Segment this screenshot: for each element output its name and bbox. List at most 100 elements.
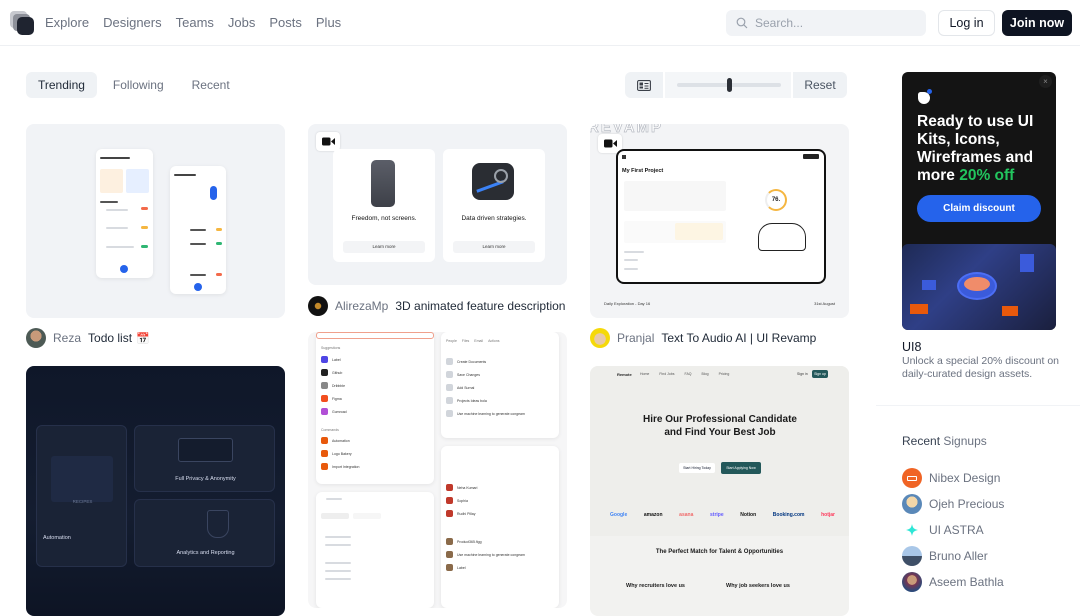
- nav-designers[interactable]: Designers: [103, 15, 162, 30]
- login-button[interactable]: Log in: [938, 10, 995, 36]
- avatar: [902, 494, 922, 514]
- search-panel-people: Neha Kumari Sophia Rudhi Pillay Product365…: [441, 446, 559, 608]
- row-icon: [446, 371, 453, 378]
- signup-name[interactable]: UI ASTRA: [929, 523, 984, 537]
- nav-plus[interactable]: Plus: [316, 15, 341, 30]
- cta-primary: Start Hiring Today: [679, 463, 715, 473]
- feature-card-right: Data driven strategies. Learn more: [443, 149, 545, 262]
- preview-list-row: Use machine learning to generate congeam: [446, 549, 556, 560]
- shot-card-3d-animated[interactable]: Freedom, not screens. Learn more Data dr…: [308, 124, 567, 285]
- tab-recent[interactable]: Recent: [180, 72, 242, 98]
- preview-list-row: Label: [321, 354, 431, 365]
- preview-list-row: Neha Kumari: [446, 482, 556, 493]
- project-title: My First Project: [622, 168, 664, 174]
- claim-discount-button[interactable]: Claim discount: [917, 195, 1041, 222]
- row-icon: [446, 384, 453, 391]
- tab-trending[interactable]: Trending: [26, 72, 97, 98]
- author-avatar[interactable]: [590, 328, 610, 348]
- search-input[interactable]: [755, 16, 915, 30]
- learn-more-button: Learn more: [343, 241, 425, 253]
- avatar: [902, 546, 922, 566]
- layout-toggle-button[interactable]: [625, 72, 663, 98]
- row-label: Label: [332, 357, 341, 362]
- ad-headline-accent: 20% off: [959, 167, 1015, 184]
- signup-item[interactable]: Ojeh Precious: [902, 491, 1004, 517]
- seekers-heading: Why job seekers love us: [726, 583, 790, 589]
- preview-list-row: Create Documents: [446, 356, 556, 367]
- shot-title[interactable]: Text To Audio AI | UI Revamp: [661, 331, 816, 345]
- preview-list-row: Rudhi Pillay: [446, 508, 556, 519]
- row-icon: [446, 358, 453, 365]
- landing-nav: Home Find Jobs FAQ Blog Pricing: [640, 372, 729, 376]
- shot-title[interactable]: Todo list: [88, 331, 132, 345]
- signup-item[interactable]: UI ASTRA: [902, 517, 1004, 543]
- phone-device-image: [371, 160, 395, 207]
- shot-card-text-to-audio[interactable]: REVAMP My First Project 76. Daily Explor…: [590, 124, 849, 318]
- card-title: Automation: [43, 535, 71, 541]
- signup-item[interactable]: Aseem Bathla: [902, 569, 1004, 595]
- row-label: Use machine learning to generate congeam: [457, 411, 525, 416]
- feature-right-heading: Data driven strategies.: [461, 215, 527, 222]
- partner-logo: Notion: [740, 512, 757, 518]
- nav-posts[interactable]: Posts: [269, 15, 302, 30]
- shot-card-todo-list[interactable]: [26, 124, 285, 318]
- row-label: Neha Kumari: [457, 485, 478, 490]
- footer-right: 31st August: [814, 301, 835, 306]
- envelope-label: RECIPES: [72, 499, 93, 504]
- author-avatar[interactable]: [308, 296, 328, 316]
- shot-card-command-palette[interactable]: Suggestions Label Github Dribbble Figma Gumr…: [308, 332, 567, 608]
- learn-more-button: Learn more: [453, 241, 535, 253]
- ad-sponsor-name[interactable]: UI8: [902, 340, 921, 354]
- landing-headline: Hire Our Professional Candidate and Find…: [643, 414, 797, 438]
- nav-jobs[interactable]: Jobs: [228, 15, 255, 30]
- search-box[interactable]: [726, 10, 926, 36]
- signup-name[interactable]: Ojeh Precious: [929, 497, 1004, 511]
- row-label: Logo Bakery: [332, 451, 352, 456]
- reset-button[interactable]: Reset: [793, 72, 847, 98]
- row-icon: [446, 497, 453, 504]
- tab-following[interactable]: Following: [101, 72, 176, 98]
- ad-description: Unlock a special 20% discount on daily-c…: [902, 355, 1060, 380]
- nav-explore[interactable]: Explore: [45, 15, 89, 30]
- section-title: The Perfect Match for Talent & Opportuni…: [655, 549, 784, 555]
- row-label: Dribbble: [332, 383, 346, 388]
- preview-list-row: Dribbble: [321, 380, 431, 391]
- row-label: Add Surnal: [457, 385, 475, 390]
- row-label: Gumroad: [332, 409, 347, 414]
- signup-item[interactable]: Bruno Aller: [902, 543, 1004, 569]
- id-card-icon: [637, 79, 651, 91]
- partner-logo: hotjar: [821, 512, 835, 518]
- row-icon: [321, 463, 328, 470]
- preview-list-row: Logo Bakery: [321, 448, 431, 459]
- shot-title[interactable]: 3D animated feature description: [395, 299, 565, 313]
- sponsored-ad-card[interactable]: × Ready to use UI Kits, Icons, Wireframe…: [902, 72, 1056, 330]
- author-name[interactable]: AlirezaMp: [335, 299, 388, 313]
- search-icon: [736, 17, 748, 29]
- author-avatar[interactable]: [26, 328, 46, 348]
- preview-list-row: Add Surnal: [446, 382, 556, 393]
- close-icon[interactable]: ×: [1039, 75, 1052, 88]
- section-label: Suggestions: [321, 346, 341, 350]
- search-panel-filters: [316, 492, 434, 608]
- feed-filter-tabs: Trending Following Recent: [26, 72, 244, 98]
- row-label: Projects Ideas bola: [457, 398, 487, 403]
- preview-list-row: Github: [321, 367, 431, 378]
- preview-list-row: Sophia: [446, 495, 556, 506]
- nav-teams[interactable]: Teams: [176, 15, 214, 30]
- row-icon: [446, 564, 453, 571]
- dribbble-like-logo[interactable]: [10, 11, 34, 35]
- row-label: Label: [457, 565, 466, 570]
- signup-name[interactable]: Nibex Design: [929, 471, 1000, 485]
- thumbnail-size-slider[interactable]: [665, 72, 791, 98]
- shot-card-dark-features[interactable]: RECIPES Automation Full Privacy & Anonym…: [26, 366, 285, 616]
- shot-meta-3d-animated: AlirezaMp 3D animated feature descriptio…: [308, 296, 565, 316]
- signup-name[interactable]: Bruno Aller: [929, 549, 988, 563]
- video-badge: [316, 132, 340, 151]
- shot-card-job-landing[interactable]: Remote Home Find Jobs FAQ Blog Pricing Sign …: [590, 366, 849, 616]
- signup-item[interactable]: Nibex Design: [902, 465, 1004, 491]
- slider-thumb[interactable]: [726, 78, 732, 92]
- author-name[interactable]: Pranjal: [617, 331, 654, 345]
- join-now-button[interactable]: Join now: [1002, 10, 1072, 36]
- author-name[interactable]: Reza: [53, 331, 81, 345]
- signup-name[interactable]: Aseem Bathla: [929, 575, 1004, 589]
